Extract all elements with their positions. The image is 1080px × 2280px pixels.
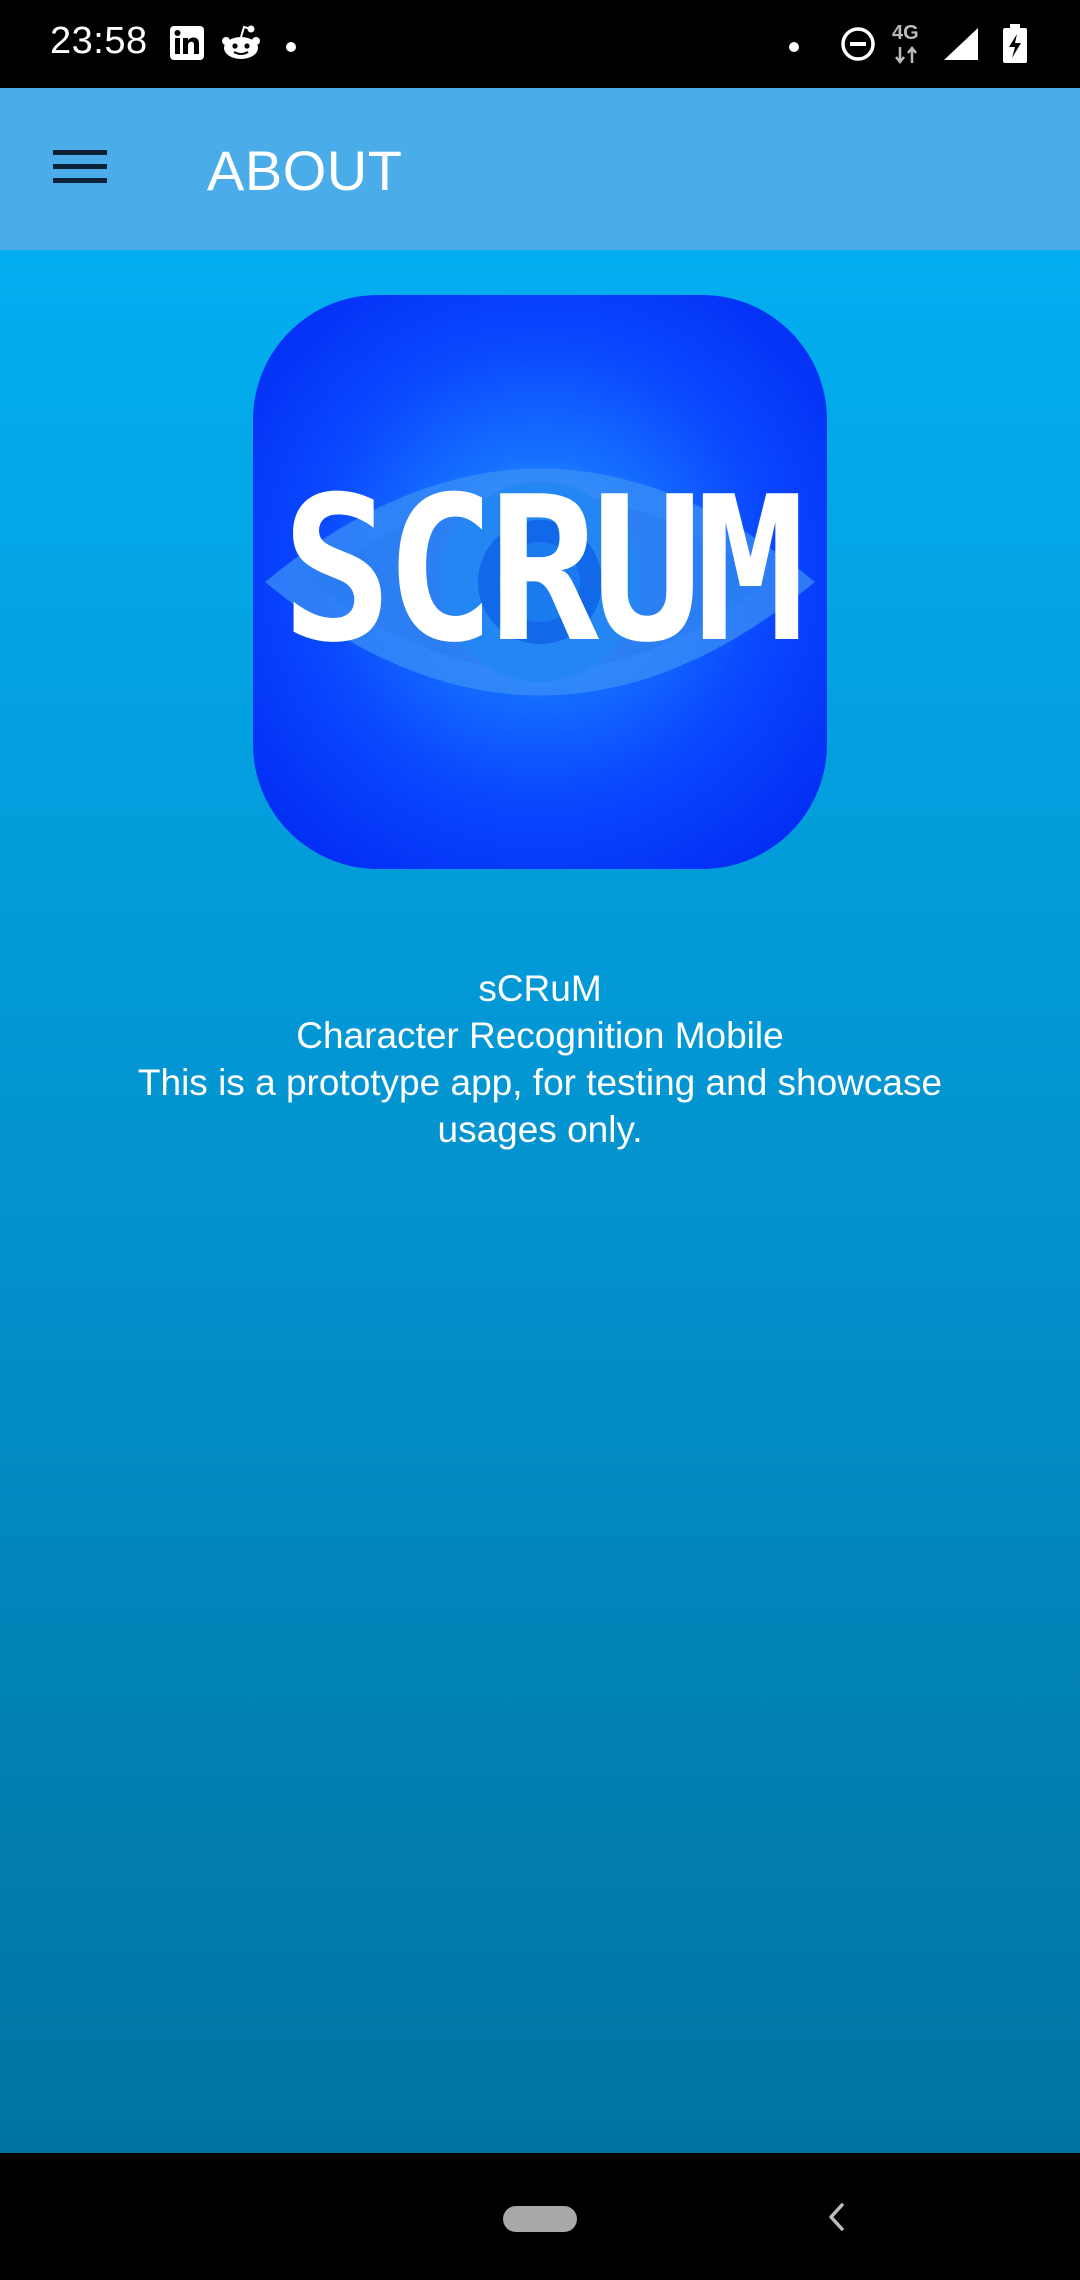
- do-not-disturb-icon: [840, 26, 876, 66]
- page-title: ABOUT: [207, 139, 403, 202]
- app-subtitle: Character Recognition Mobile: [296, 1015, 784, 1056]
- app-description: This is a prototype app, for testing and…: [137, 1062, 943, 1150]
- reddit-icon: [220, 24, 262, 66]
- app-logo: SCRUM: [253, 295, 827, 869]
- network-type-label: 4G: [892, 22, 919, 44]
- home-pill-icon[interactable]: [503, 2206, 577, 2232]
- mobile-data-icon: 4G: [890, 20, 930, 66]
- status-bar: 23:58 4G: [0, 0, 1080, 88]
- menu-button[interactable]: [40, 134, 120, 204]
- app-bar: ABOUT: [0, 88, 1080, 250]
- hamburger-menu-icon: [53, 148, 107, 190]
- notification-dot-icon: [285, 38, 297, 57]
- status-time: 23:58: [50, 20, 148, 62]
- linkedin-icon: [169, 25, 205, 65]
- navigation-bar: [0, 2153, 1080, 2280]
- signal-icon: [942, 26, 980, 66]
- dot-icon: [788, 38, 800, 57]
- about-text-block: sCRuM Character Recognition Mobile This …: [60, 965, 1020, 1153]
- logo-text: SCRUM: [281, 454, 805, 687]
- about-content: SCRUM sCRuM Character Recognition Mobile…: [0, 250, 1080, 2153]
- back-chevron-icon: [826, 2201, 846, 2237]
- battery-charging-icon: [1000, 24, 1030, 68]
- app-name: sCRuM: [478, 968, 602, 1009]
- back-button[interactable]: [812, 2191, 860, 2247]
